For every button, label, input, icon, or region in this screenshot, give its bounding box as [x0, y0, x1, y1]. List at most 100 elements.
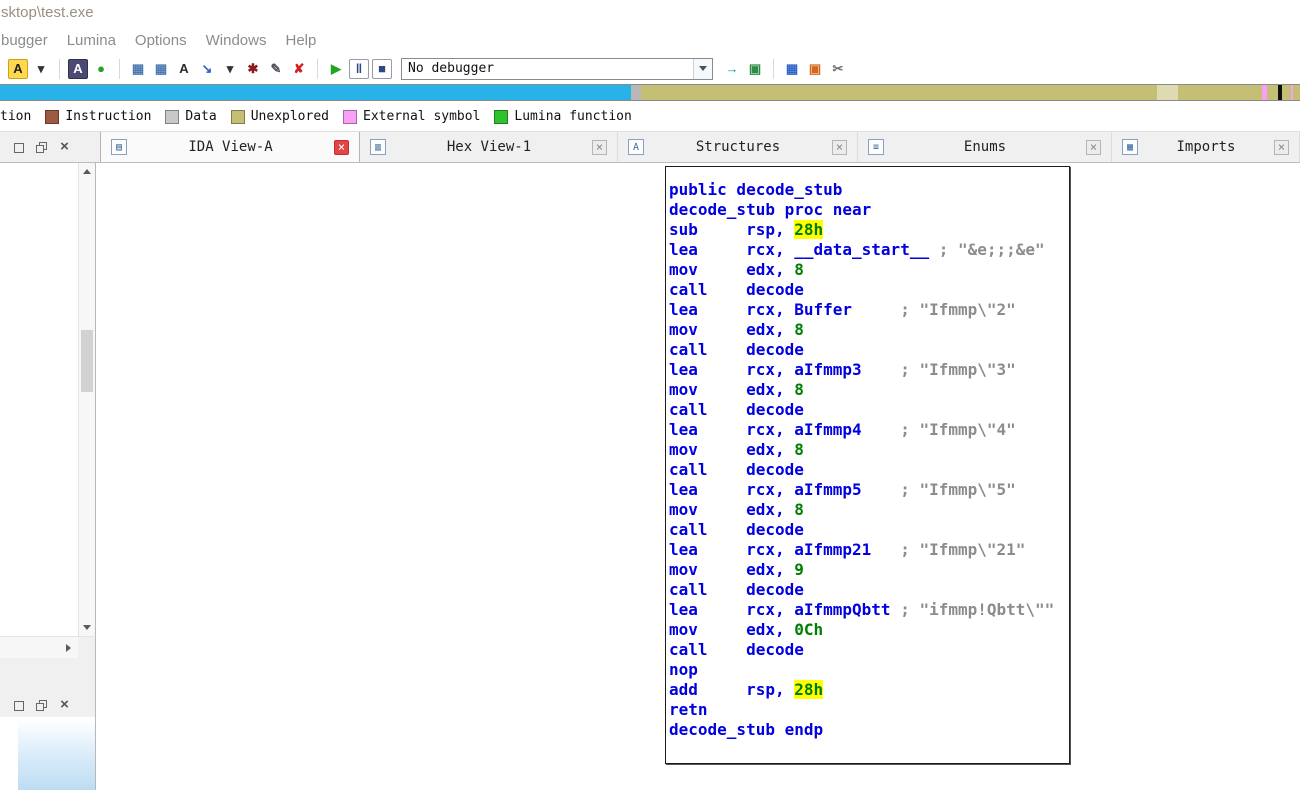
create-union-icon[interactable]: ▦	[151, 59, 171, 79]
panel-maximize-icon[interactable]	[12, 699, 25, 712]
navband-segment[interactable]	[0, 85, 631, 100]
navband-segment[interactable]	[1156, 85, 1178, 100]
rename-icon[interactable]: A	[174, 59, 194, 79]
disassembly-line[interactable]: mov edx, 8	[669, 380, 1069, 400]
disassembly-view[interactable]: public decode_stub decode_stub proc near s…	[96, 163, 1300, 790]
tab-enums[interactable]: ≡ Enums	[858, 132, 1112, 162]
scroll-right-button[interactable]	[58, 637, 78, 658]
disassembly-line[interactable]: call decode	[669, 520, 1069, 540]
disassembly-line[interactable]: mov edx, 0Ch	[669, 620, 1069, 640]
menu-item-options[interactable]: Options	[135, 32, 187, 49]
attach-process-icon[interactable]: →	[722, 59, 742, 79]
plugins-icon[interactable]: ▣	[805, 59, 825, 79]
debugger-select-value: No debugger	[408, 61, 495, 76]
stop-process-icon[interactable]: ■	[372, 58, 392, 79]
process-window-icon[interactable]: ▣	[745, 59, 765, 79]
scroll-up-button[interactable]	[79, 163, 95, 180]
disassembly-line[interactable]: nop	[669, 660, 1069, 680]
disassembly-line[interactable]: lea rcx, aIfmmp21 ; "Ifmmp\"21"	[669, 540, 1069, 560]
disassembly-line[interactable]: public decode_stub	[669, 180, 1069, 200]
panel-maximize-icon[interactable]	[12, 141, 25, 154]
disassembly-line[interactable]: call decode	[669, 580, 1069, 600]
navigation-band[interactable]	[0, 84, 1300, 101]
window-title-bar: sktop\test.exe	[0, 0, 1300, 26]
disassembly-line[interactable]: mov edx, 8	[669, 500, 1069, 520]
disassembly-line[interactable]: lea rcx, __data_start__ ; "&e;;;&e"	[669, 240, 1069, 260]
cancel-icon[interactable]: ✘	[289, 59, 309, 79]
font-color-icon[interactable]: A	[8, 58, 28, 79]
disassembly-line[interactable]: mov edx, 8	[669, 320, 1069, 340]
navband-segment[interactable]	[1293, 85, 1300, 100]
disassembly-line[interactable]: retn	[669, 700, 1069, 720]
disassembly-line[interactable]: call decode	[669, 340, 1069, 360]
panel-close-icon[interactable]	[58, 141, 71, 154]
menu-item-lumina[interactable]: Lumina	[67, 32, 116, 49]
disassembly-line[interactable]: mov edx, 8	[669, 440, 1069, 460]
navband-segment[interactable]	[640, 85, 1157, 100]
start-process-icon[interactable]: ▶	[326, 59, 346, 79]
toolbar: A ▾ A ● ▦ ▦ A ↘ ▾ ✱ ✎ ✘ ▶ ‖ ■ No debugger → ▣ ▦ ▣ ✂	[0, 54, 1300, 83]
scripts-icon[interactable]: ✂	[828, 59, 848, 79]
tab-close-button[interactable]	[592, 139, 607, 155]
disassembly-line[interactable]: lea rcx, aIfmmp3 ; "Ifmmp\"3"	[669, 360, 1069, 380]
left-panel[interactable]	[0, 163, 96, 636]
navband-segment[interactable]	[630, 85, 641, 100]
enums-icon: ≡	[868, 139, 884, 155]
tab-structures[interactable]: A Structures	[618, 132, 858, 162]
disassembly-line[interactable]: lea rcx, aIfmmpQbtt ; "ifmmp!Qbtt\""	[669, 600, 1069, 620]
menu-item-help[interactable]: Help	[285, 32, 316, 49]
disassembly-line[interactable]: call decode	[669, 640, 1069, 660]
legend-item: Data	[165, 109, 217, 124]
jump-caret-icon[interactable]: ▾	[220, 59, 240, 79]
disassembly-line[interactable]: decode_stub endp	[669, 720, 1069, 740]
navband-segment[interactable]	[1177, 85, 1263, 100]
tab-hex-view-1[interactable]: ▥ Hex View-1	[360, 132, 618, 162]
tab-imports[interactable]: ▦ Imports	[1112, 132, 1300, 162]
lumina-dot-icon[interactable]: ●	[91, 59, 111, 79]
navband-segment[interactable]	[1267, 85, 1278, 100]
left-panel-vertical-scrollbar[interactable]	[78, 163, 95, 636]
scrollbar-thumb[interactable]	[81, 330, 93, 392]
tab-ida-view-a[interactable]: ▤ IDA View-A	[100, 132, 360, 162]
menu-item-bugger[interactable]: bugger	[1, 32, 48, 49]
caret-down-icon	[699, 66, 707, 71]
legend-item: tion	[0, 109, 31, 124]
font-dropdown-caret-icon[interactable]: ▾	[31, 59, 51, 79]
disassembly-line[interactable]: decode_stub proc near	[669, 200, 1069, 220]
tab-close-button[interactable]	[1274, 139, 1289, 155]
disassembly-line[interactable]: call decode	[669, 400, 1069, 420]
left-panel-controls	[12, 141, 71, 154]
menu-item-windows[interactable]: Windows	[206, 32, 267, 49]
tab-close-button[interactable]	[832, 139, 847, 155]
disassembly-line[interactable]: call decode	[669, 460, 1069, 480]
disassembly-line[interactable]: mov edx, 8	[669, 260, 1069, 280]
navband-segment[interactable]	[1281, 85, 1291, 100]
windows-list-icon[interactable]: ▦	[782, 59, 802, 79]
disassembly-line[interactable]: lea rcx, aIfmmp4 ; "Ifmmp\"4"	[669, 420, 1069, 440]
pause-process-icon[interactable]: ‖	[349, 58, 369, 79]
edit-icon[interactable]: ✎	[266, 59, 286, 79]
debugger-select[interactable]: No debugger	[401, 57, 713, 80]
jump-icon[interactable]: ↘	[197, 59, 217, 79]
disassembly-line[interactable]: sub rsp, 28h	[669, 220, 1069, 240]
panel-splitter[interactable]	[0, 658, 96, 695]
combo-dropdown-icon[interactable]	[693, 58, 712, 79]
text-style-icon[interactable]: A	[68, 58, 88, 79]
tab-close-button[interactable]	[334, 139, 349, 155]
disassembly-line[interactable]: call decode	[669, 280, 1069, 300]
graph-overview-panel[interactable]	[0, 717, 96, 790]
scroll-down-button[interactable]	[79, 619, 95, 636]
asterisk-icon[interactable]: ✱	[243, 59, 263, 79]
disassembly-line[interactable]: lea rcx, aIfmmp5 ; "Ifmmp\"5"	[669, 480, 1069, 500]
left-panel-horizontal-scrollbar[interactable]	[0, 636, 96, 658]
tab-close-button[interactable]	[1086, 139, 1101, 155]
panel-float-icon[interactable]	[35, 699, 48, 712]
create-struct-icon[interactable]: ▦	[128, 59, 148, 79]
toolbar-separator	[119, 58, 120, 79]
graph-node[interactable]: public decode_stub decode_stub proc near s…	[665, 166, 1070, 764]
panel-close-icon[interactable]	[58, 699, 71, 712]
disassembly-line[interactable]: add rsp, 28h	[669, 680, 1069, 700]
disassembly-line[interactable]: mov edx, 9	[669, 560, 1069, 580]
panel-float-icon[interactable]	[35, 141, 48, 154]
disassembly-line[interactable]: lea rcx, Buffer ; "Ifmmp\"2"	[669, 300, 1069, 320]
